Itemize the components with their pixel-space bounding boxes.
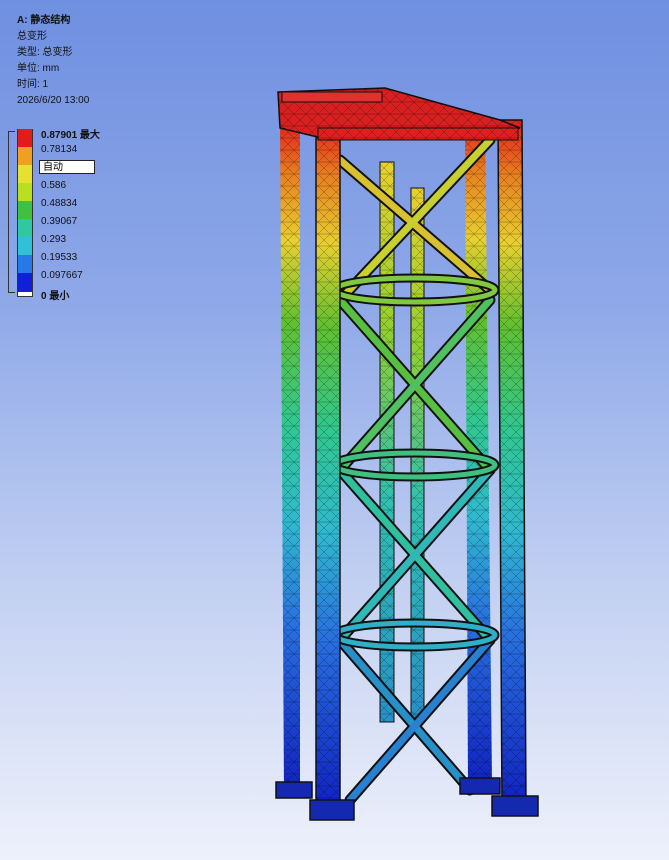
tower-model-viewport[interactable] [0,0,669,860]
top-frame [277,87,521,141]
